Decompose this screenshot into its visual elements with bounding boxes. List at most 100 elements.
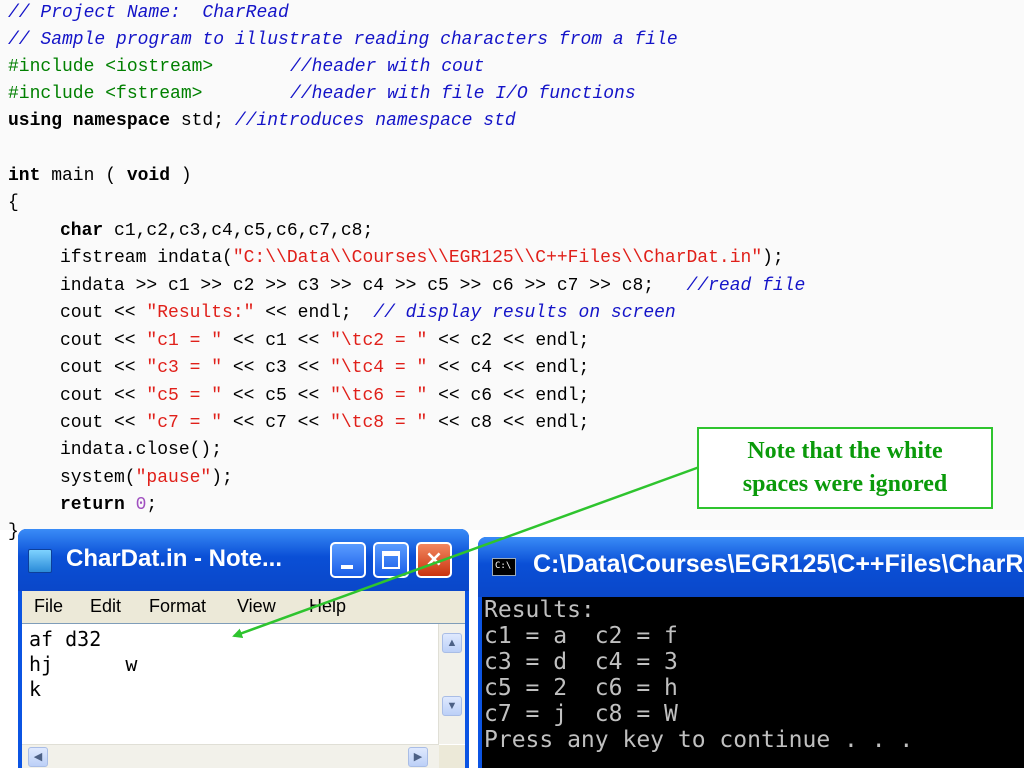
string-literal: "C:\\Data\\Courses\\EGR125\\C++Files\\Ch… <box>232 248 763 268</box>
code-text: cout << <box>60 358 147 378</box>
maximize-button[interactable] <box>373 542 409 578</box>
code-line-2: // Sample program to illustrate reading … <box>8 27 678 54</box>
string-literal: "\tc4 = " <box>330 358 428 378</box>
scroll-right-icon[interactable]: ▶ <box>408 747 428 767</box>
vertical-scrollbar[interactable]: ▲ ▼ <box>438 624 465 744</box>
preprocessor-include: #include <fstream> <box>8 84 203 104</box>
close-icon: × <box>424 547 444 572</box>
console-line: c3 = d c4 = 3 <box>484 649 678 675</box>
code-line-19: return 0; <box>60 492 157 519</box>
comment: // Sample program to illustrate reading … <box>8 30 678 50</box>
menu-format[interactable]: Format <box>149 596 206 617</box>
console-icon: C:\ <box>492 558 516 576</box>
console-title-bar[interactable]: C:\ C:\Data\Courses\EGR125\C++Files\Char… <box>478 537 1024 597</box>
close-button[interactable]: × <box>416 542 452 578</box>
code-line-17: indata.close(); <box>60 437 222 464</box>
keyword: return <box>60 495 125 515</box>
callout-line-1: Note that the white <box>747 438 943 464</box>
console-title: C:\Data\Courses\EGR125\C++Files\CharRead <box>533 550 1024 578</box>
string-literal: "pause" <box>135 468 212 488</box>
comment: //introduces namespace std <box>234 111 516 131</box>
code-line-10: ifstream indata("C:\\Data\\Courses\\EGR1… <box>60 245 784 272</box>
code-text: cout << <box>60 303 147 323</box>
keyword: void <box>126 166 171 186</box>
code-line-13: cout << "c1 = " << c1 << "\tc2 = " << c2… <box>60 328 589 355</box>
scroll-down-icon[interactable]: ▼ <box>442 696 462 716</box>
code-line-16: cout << "c7 = " << c7 << "\tc8 = " << c8… <box>60 410 589 437</box>
code-text: << c4 << endl; <box>427 358 590 378</box>
callout-line-2: spaces were ignored <box>742 471 948 497</box>
comment: //header with file I/O functions <box>290 84 636 104</box>
string-literal: "\tc8 = " <box>330 413 428 433</box>
code-text: indata >> c1 >> c2 >> c3 >> c4 >> c5 >> … <box>60 276 687 296</box>
code-text: << c6 << endl; <box>427 386 590 406</box>
code-line-18: system("pause"); <box>60 465 233 492</box>
code-text: c1,c2,c3,c4,c5,c6,c7,c8; <box>103 221 374 241</box>
code-text: cout << <box>60 331 147 351</box>
code-line-14: cout << "c3 = " << c3 << "\tc4 = " << c4… <box>60 355 589 382</box>
maximize-icon <box>382 551 400 569</box>
number-literal: 0 <box>124 495 147 515</box>
code-line-8: { <box>8 190 19 217</box>
notepad-window: CharDat.in - Note... × File Edit Format … <box>18 529 469 768</box>
console-window: C:\ C:\Data\Courses\EGR125\C++Files\Char… <box>478 537 1024 768</box>
code-text: << c7 << <box>222 413 331 433</box>
keyword: char <box>60 221 104 241</box>
code-text: << c3 << <box>222 358 331 378</box>
code-text: ; <box>146 495 158 515</box>
callout-note: Note that the white spaces were ignored <box>697 427 993 509</box>
string-literal: "c7 = " <box>146 413 223 433</box>
code-text: << endl; <box>254 303 374 323</box>
menu-help[interactable]: Help <box>309 596 346 617</box>
code-text: ); <box>211 468 233 488</box>
console-output[interactable]: Results: c1 = a c2 = f c3 = d c4 = 3 c5 … <box>482 597 1024 768</box>
notepad-line-1: af d32 <box>29 627 102 651</box>
code-text: cout << <box>60 413 147 433</box>
code-line-4: #include <fstream> //header with file I/O… <box>8 81 636 108</box>
code-text: ifstream indata( <box>60 248 233 268</box>
minimize-icon <box>341 565 353 569</box>
notepad-title-bar[interactable]: CharDat.in - Note... × <box>18 529 469 591</box>
code-line-9: char c1,c2,c3,c4,c5,c6,c7,c8; <box>60 218 373 245</box>
string-literal: "\tc2 = " <box>330 331 428 351</box>
comment: //read file <box>686 276 806 296</box>
scroll-left-icon[interactable]: ◀ <box>28 747 48 767</box>
string-literal: "c3 = " <box>146 358 223 378</box>
notepad-line-2: hj w <box>29 652 138 676</box>
code-text: main ( <box>40 166 127 186</box>
keyword: int <box>8 166 41 186</box>
console-line: Press any key to continue . . . <box>484 727 914 753</box>
keyword: using namespace <box>8 111 171 131</box>
console-line: c5 = 2 c6 = h <box>484 675 678 701</box>
horizontal-scrollbar[interactable]: ◀ ▶ <box>22 744 439 768</box>
menu-view[interactable]: View <box>237 596 276 617</box>
comment: // display results on screen <box>373 303 676 323</box>
code-line-3: #include <iostream> //header with cout <box>8 54 484 81</box>
code-line-15: cout << "c5 = " << c5 << "\tc6 = " << c6… <box>60 383 589 410</box>
code-text: ); <box>762 248 784 268</box>
code-line-7: int main ( void ) <box>8 163 192 190</box>
notepad-icon <box>28 549 52 573</box>
code-line-11: indata >> c1 >> c2 >> c3 >> c4 >> c5 >> … <box>60 273 805 300</box>
code-text: << c8 << endl; <box>427 413 590 433</box>
resize-grip-icon[interactable] <box>439 745 465 768</box>
string-literal: "c1 = " <box>146 331 223 351</box>
code-line-5: using namespace std; //introduces namesp… <box>8 108 516 135</box>
scroll-up-icon[interactable]: ▲ <box>442 633 462 653</box>
code-text: << c5 << <box>222 386 331 406</box>
callout-text: Note that the white spaces were ignored <box>743 435 947 501</box>
code-text: << c2 << endl; <box>427 331 590 351</box>
notepad-text-area[interactable]: af d32 hj w k ▲ ▼ ◀ ▶ <box>22 623 465 768</box>
comment: //header with cout <box>290 57 485 77</box>
notepad-menu-bar: File Edit Format View Help <box>22 591 465 623</box>
code-text: indata.close(); <box>60 440 223 460</box>
string-literal: "Results:" <box>146 303 255 323</box>
menu-edit[interactable]: Edit <box>90 596 121 617</box>
comment: // Project Name: CharRead <box>8 3 289 23</box>
code-text: cout << <box>60 386 147 406</box>
menu-file[interactable]: File <box>34 596 63 617</box>
minimize-button[interactable] <box>330 542 366 578</box>
preprocessor-include: #include <iostream> <box>8 57 214 77</box>
string-literal: "\tc6 = " <box>330 386 428 406</box>
code-line-12: cout << "Results:" << endl; // display r… <box>60 300 676 327</box>
